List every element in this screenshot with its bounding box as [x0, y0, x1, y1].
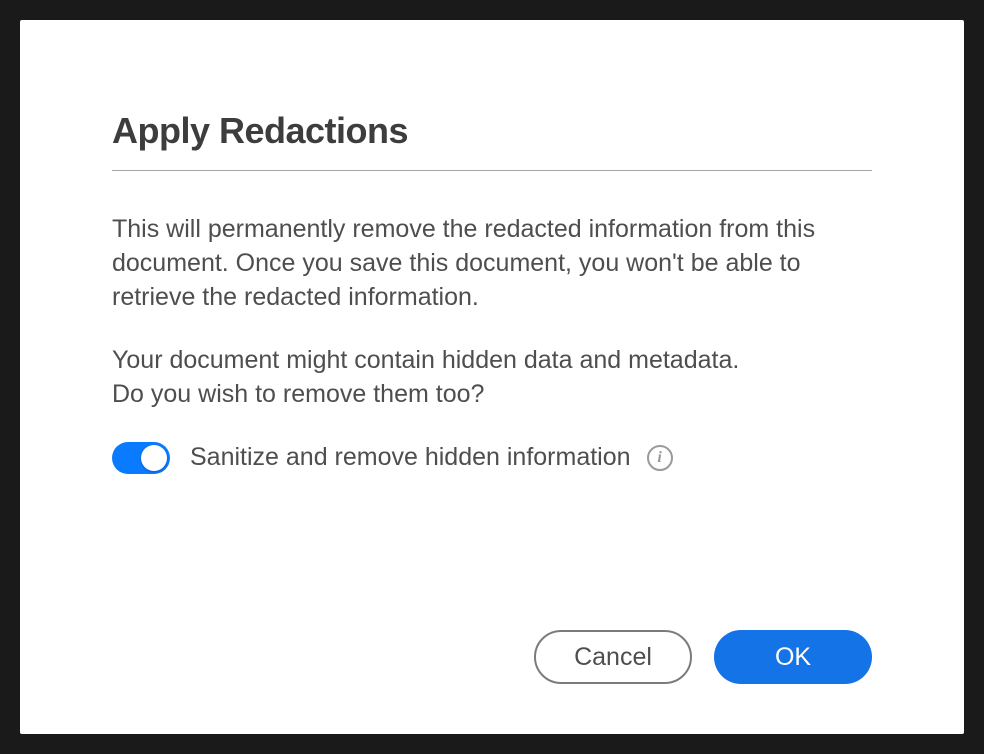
sanitize-toggle-label: Sanitize and remove hidden information [190, 443, 631, 472]
hidden-data-line-1: Your document might contain hidden data … [112, 346, 739, 374]
hidden-data-paragraph: Your document might contain hidden data … [112, 344, 872, 412]
ok-button[interactable]: OK [714, 630, 872, 684]
sanitize-toggle-row: Sanitize and remove hidden information i [112, 442, 872, 474]
warning-paragraph: This will permanently remove the redacte… [112, 213, 872, 314]
toggle-knob [141, 445, 167, 471]
title-divider [112, 170, 872, 171]
hidden-data-line-2: Do you wish to remove them too? [112, 380, 484, 408]
dialog-title: Apply Redactions [112, 110, 872, 152]
dialog-button-row: Cancel OK [534, 630, 872, 684]
info-icon[interactable]: i [647, 445, 673, 471]
apply-redactions-dialog: Apply Redactions This will permanently r… [20, 20, 964, 734]
sanitize-toggle[interactable] [112, 442, 170, 474]
cancel-button[interactable]: Cancel [534, 630, 692, 684]
